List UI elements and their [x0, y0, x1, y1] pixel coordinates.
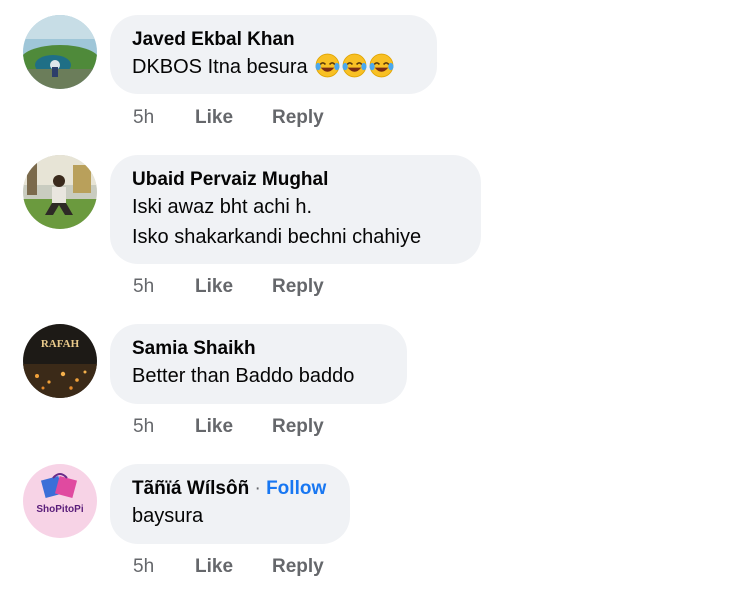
comment-bubble: Tãñïá Wílsôñ · Follow baysura [110, 464, 350, 544]
follow-button[interactable]: Follow [266, 478, 326, 499]
reply-button[interactable]: Reply [272, 276, 324, 298]
comment-text-line: DKBOS Itna besura [132, 56, 308, 78]
face-with-tears-of-joy-icon [369, 53, 394, 78]
comment-bubble: Samia Shaikh Better than Baddo baddo [110, 324, 407, 404]
author-name[interactable]: Samia Shaikh [132, 337, 385, 361]
reply-button[interactable]: Reply [272, 556, 324, 578]
avatar-samia[interactable]: RAFAH [23, 324, 97, 398]
avatar-tania[interactable]: ShoPitoPi [23, 464, 97, 538]
avatar-shopitopi-image: ShoPitoPi [23, 464, 97, 538]
reply-button[interactable]: Reply [272, 107, 324, 129]
author-name[interactable]: Javed Ekbal Khan [132, 28, 415, 52]
comment-text-line: Better than Baddo baddo [132, 365, 355, 387]
timestamp[interactable]: 5h [133, 276, 195, 298]
avatar-person-image [23, 155, 97, 229]
avatar-rafah-image: RAFAH [23, 324, 97, 398]
comment-bubble: Javed Ekbal Khan DKBOS Itna besura [110, 15, 437, 94]
like-button[interactable]: Like [195, 556, 272, 578]
timestamp[interactable]: 5h [133, 556, 195, 578]
reply-button[interactable]: Reply [272, 416, 324, 438]
face-with-tears-of-joy-icon [342, 53, 367, 78]
separator-dot: · [254, 478, 261, 499]
shopitopi-logo-text: ShoPitoPi [36, 504, 83, 515]
comment-actions: 5h Like Reply [133, 107, 324, 129]
like-button[interactable]: Like [195, 107, 272, 129]
timestamp[interactable]: 5h [133, 107, 195, 129]
comment-actions: 5h Like Reply [133, 556, 324, 578]
comment-text-line: Isko shakarkandi bechni chahiye [132, 226, 422, 248]
timestamp[interactable]: 5h [133, 416, 195, 438]
comment-actions: 5h Like Reply [133, 416, 324, 438]
author-name[interactable]: Tãñïá Wílsôñ [132, 478, 249, 499]
comment-bubble: Ubaid Pervaiz Mughal Iski awaz bht achi … [110, 155, 481, 264]
like-button[interactable]: Like [195, 276, 272, 298]
avatar-landscape-image [23, 15, 97, 89]
avatar-ubaid[interactable] [23, 155, 97, 229]
avatar-javed[interactable] [23, 15, 97, 89]
like-button[interactable]: Like [195, 416, 272, 438]
author-name[interactable]: Ubaid Pervaiz Mughal [132, 168, 459, 192]
face-with-tears-of-joy-icon [315, 53, 340, 78]
comment-text: DKBOS Itna besura [132, 52, 415, 82]
comment-text-line: baysura [132, 505, 204, 527]
author-row: Tãñïá Wílsôñ · Follow [132, 477, 328, 501]
comment-actions: 5h Like Reply [133, 276, 324, 298]
rafah-logo-text: RAFAH [41, 338, 80, 350]
comment-text-line: Iski awaz bht achi h. [132, 196, 313, 218]
